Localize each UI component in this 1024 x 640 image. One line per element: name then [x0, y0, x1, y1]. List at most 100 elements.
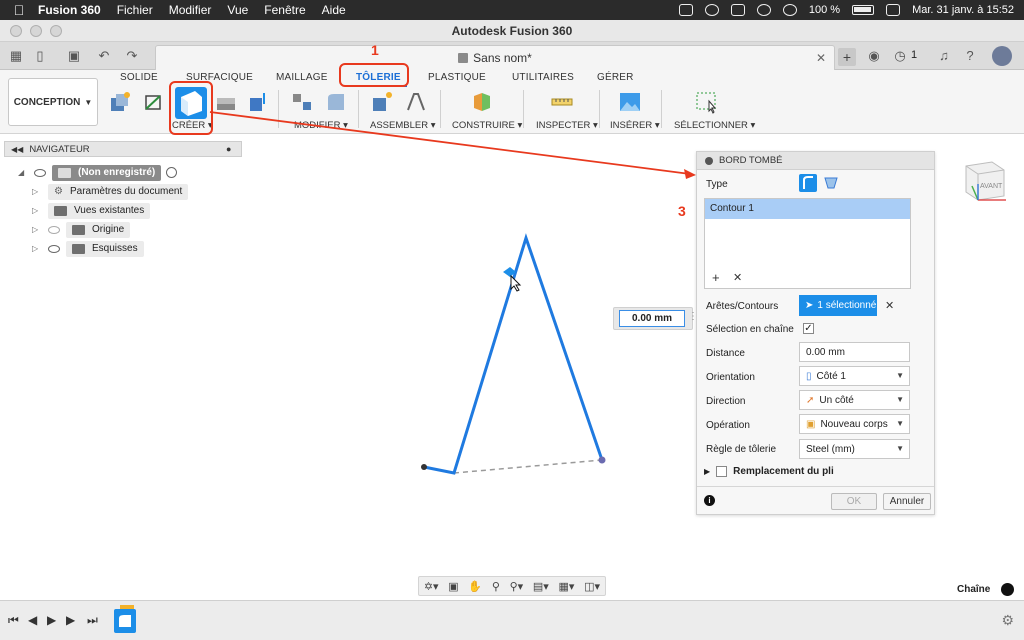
sketches-pill[interactable]: Esquisses: [66, 240, 144, 257]
type-contour-button[interactable]: [823, 174, 839, 192]
nav-item-label: Esquisses: [92, 243, 138, 254]
display-settings-icon[interactable]: ▤▾: [533, 580, 549, 593]
info-icon[interactable]: i: [704, 495, 715, 506]
go-to-start-icon[interactable]: ⏮: [8, 613, 19, 628]
mouse-cursor-icon: [510, 274, 522, 292]
ok-button[interactable]: OK: [831, 493, 877, 510]
go-to-end-icon[interactable]: ⏭: [87, 613, 98, 628]
annotation-arrowhead: [684, 169, 696, 179]
chain-status-icon[interactable]: [1001, 583, 1014, 596]
minus-icon[interactable]: ●: [226, 144, 231, 154]
contour-list-item[interactable]: Contour 1: [705, 199, 910, 219]
rule-value: Steel (mm): [806, 443, 855, 455]
canvas-distance-input[interactable]: 0.00 mm: [619, 310, 685, 327]
annotation-arrow: [209, 111, 691, 175]
navigator-root[interactable]: ◢ (Non enregistré): [4, 163, 242, 182]
bend-override-checkbox[interactable]: [716, 466, 728, 477]
bend-override-label: Remplacement du pli: [733, 466, 834, 477]
hidden-visibility-icon[interactable]: [48, 225, 60, 234]
root-component[interactable]: (Non enregistré): [52, 164, 162, 181]
origin-pill[interactable]: Origine: [66, 221, 131, 238]
chevron-right-icon[interactable]: ▷: [32, 244, 42, 253]
edges-label: Arêtes/Contours: [706, 301, 779, 312]
distance-label: Distance: [706, 348, 745, 359]
add-icon[interactable]: +: [712, 270, 720, 285]
operation-value: Nouveau corps: [820, 418, 888, 430]
zoom-icon[interactable]: ⚲: [492, 580, 500, 593]
named-views-pill[interactable]: Vues existantes: [48, 202, 151, 219]
rule-label: Règle de tôlerie: [706, 444, 777, 455]
navigation-toolbar: ✡▾ ▣ ✋ ⚲ ⚲▾ ▤▾ ▦▾ ◫▾: [418, 576, 606, 596]
remove-icon[interactable]: ✕: [733, 271, 742, 284]
nav-item-label: Origine: [92, 224, 125, 235]
gear-icon[interactable]: ⚙: [1001, 612, 1014, 629]
chain-label: Sélection en chaîne: [706, 324, 794, 335]
cancel-button[interactable]: Annuler: [883, 493, 931, 510]
navigator-item-document-settings[interactable]: ▷ ⚙ Paramètres du document: [4, 182, 242, 201]
chevron-down-icon: ▼: [896, 395, 904, 404]
type-label: Type: [706, 179, 728, 190]
viewcube-face[interactable]: AVANT: [980, 183, 1003, 190]
navigator-item-named-views[interactable]: ▷ Vues existantes: [4, 201, 242, 220]
annotation-box-1: [339, 63, 409, 87]
chevron-right-icon[interactable]: ▷: [32, 206, 42, 215]
document-settings-pill[interactable]: ⚙ Paramètres du document: [48, 183, 189, 200]
edges-value: 1 sélectionné: [817, 300, 877, 311]
collapse-icon[interactable]: ◀◀: [11, 145, 23, 154]
operation-label: Opération: [706, 420, 750, 431]
viewports-icon[interactable]: ◫▾: [584, 580, 600, 593]
dialog-header[interactable]: BORD TOMBÉ: [697, 152, 934, 170]
component-icon: [58, 167, 71, 178]
viewcube[interactable]: AVANT: [958, 150, 1012, 206]
visibility-icon[interactable]: [48, 244, 60, 253]
navigator-header[interactable]: ◀◀ NAVIGATEUR ●: [4, 141, 242, 157]
chevron-down-icon[interactable]: ◢: [18, 168, 28, 177]
direction-label: Direction: [706, 396, 746, 407]
step-back-icon[interactable]: ◀: [28, 613, 37, 627]
chevron-right-icon[interactable]: ▶: [704, 467, 710, 476]
zoom-window-icon[interactable]: ⚲▾: [510, 580, 524, 593]
orbit-icon[interactable]: ✡▾: [424, 580, 439, 593]
step-forward-icon[interactable]: ▶: [66, 613, 75, 627]
timeline-feature-flange[interactable]: [114, 609, 136, 633]
navigator-title: NAVIGATEUR: [29, 143, 90, 155]
edges-selection-button[interactable]: ➤ 1 sélectionné: [799, 295, 877, 316]
direction-select[interactable]: ➚ Un côté ▼: [799, 390, 910, 410]
annotation-number-1: 1: [371, 42, 379, 58]
sketch-endpoint[interactable]: [421, 464, 427, 470]
folder-icon: [54, 205, 67, 216]
contour-list: Contour 1 + ✕: [704, 198, 911, 289]
look-at-icon[interactable]: ▣: [448, 580, 458, 593]
chain-checkbox[interactable]: ✓: [803, 323, 814, 334]
folder-icon: [72, 243, 85, 254]
grid-icon[interactable]: ▦▾: [558, 580, 574, 593]
chevron-right-icon[interactable]: ▷: [32, 187, 42, 196]
rule-select[interactable]: Steel (mm) ▼: [799, 439, 910, 459]
sketch-endpoint[interactable]: [598, 456, 606, 464]
type-flange-button[interactable]: [799, 174, 817, 192]
new-body-icon: ▣: [806, 418, 816, 430]
navigator-item-sketches[interactable]: ▷ Esquisses: [4, 239, 242, 258]
activate-icon[interactable]: [166, 167, 178, 178]
annotation-number-3: 3: [678, 203, 686, 219]
play-icon[interactable]: ▶: [47, 613, 56, 627]
clear-selection-icon[interactable]: ✕: [885, 299, 894, 312]
distance-input[interactable]: 0.00 mm: [799, 342, 910, 362]
orientation-select[interactable]: ▯ Côté 1 ▼: [799, 366, 910, 386]
annotation-box-2: [169, 81, 213, 135]
operation-select[interactable]: ▣ Nouveau corps ▼: [799, 414, 910, 434]
collapse-dialog-icon[interactable]: [705, 156, 713, 165]
arrow-cursor-icon: ➤: [805, 300, 814, 311]
chevron-right-icon[interactable]: ▷: [32, 225, 42, 234]
pan-icon[interactable]: ✋: [468, 580, 482, 593]
chevron-down-icon: ▼: [896, 419, 904, 428]
visibility-icon[interactable]: [34, 168, 46, 177]
flange-feature-icon: [119, 615, 131, 627]
bend-override-section[interactable]: ▶ Remplacement du pli: [704, 466, 834, 477]
dialog-title: BORD TOMBÉ: [719, 155, 783, 166]
flange-dialog: BORD TOMBÉ Type Contour 1 + ✕ Arêtes/Con…: [696, 151, 935, 515]
timeline-marker[interactable]: [120, 605, 134, 609]
navigator-item-origin[interactable]: ▷ Origine: [4, 220, 242, 239]
gear-icon: ⚙: [54, 186, 63, 197]
orientation-value: Côté 1: [816, 370, 846, 382]
